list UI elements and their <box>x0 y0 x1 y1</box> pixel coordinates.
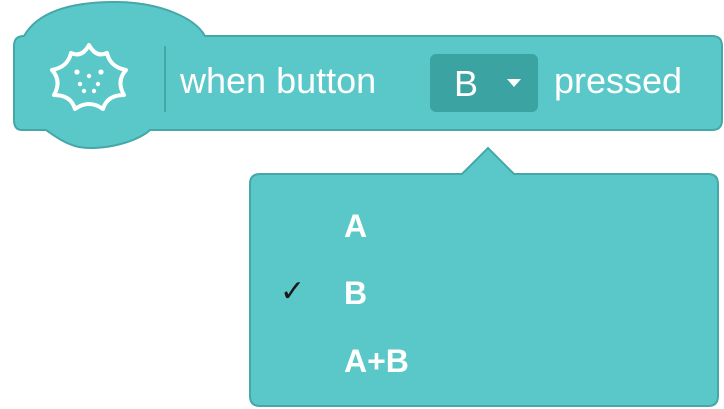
checkmark-icon: ✓ <box>280 275 306 308</box>
menu-item-label: A <box>344 208 368 244</box>
workspace: when button B pressed A ✓ B A+B <box>0 0 724 409</box>
menu-item-b[interactable]: ✓ B <box>260 261 710 321</box>
menu-item-label: A+B <box>344 343 409 379</box>
menu-item-a[interactable]: A <box>260 194 710 254</box>
menu-item-label: B <box>344 275 368 311</box>
menu-item-a-plus-b[interactable]: A+B <box>260 329 710 389</box>
